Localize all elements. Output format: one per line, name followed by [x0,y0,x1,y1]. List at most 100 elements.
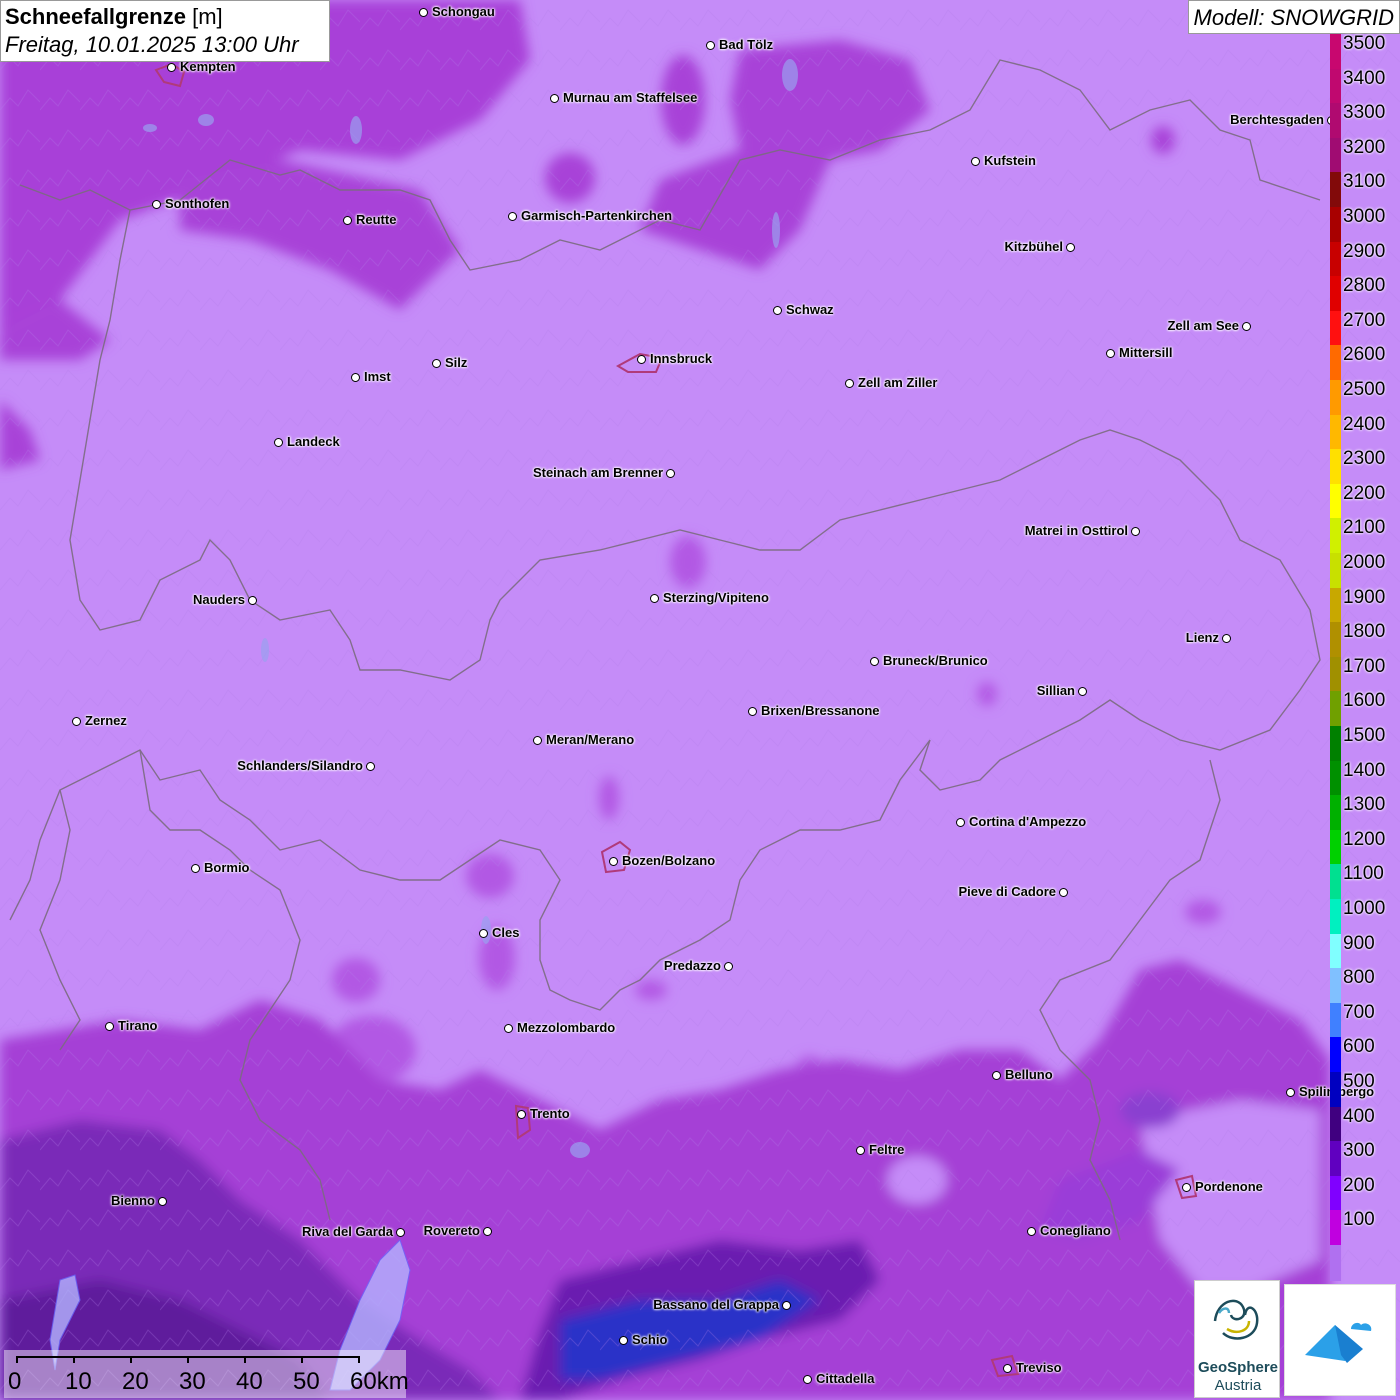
city-label: Kufstein [984,153,1036,168]
city-label: Matrei in Osttirol [1024,523,1128,538]
legend-label: 1600 [1343,690,1386,712]
city-label: Meran/Merano [546,732,635,747]
city-label: Pieve di Cadore [958,884,1056,899]
city-marker [650,594,659,603]
legend-color-step [1330,829,1341,866]
city-marker [366,762,375,771]
city-marker [1059,888,1068,897]
scale-label: 50 [293,1368,320,1395]
model-label: Modell: SNOWGRID [1187,0,1400,34]
city-marker [1027,1227,1036,1236]
legend-color-step [1330,622,1341,658]
legend-label: 1100 [1343,863,1384,885]
legend-label: 3500 [1343,33,1386,54]
city-label: Conegliano [1040,1223,1111,1238]
city-marker [856,1146,865,1155]
legend-label: 2600 [1343,344,1386,366]
legend-label: 2400 [1343,413,1386,435]
geosphere-logo: GeoSphere Austria [1194,1280,1280,1398]
legend-label: 2100 [1343,517,1386,539]
legend-color-step [1330,760,1341,797]
city-label: Steinach am Brenner [532,465,663,480]
city-label: Trento [530,1106,570,1121]
legend-color-step [1330,380,1341,416]
legend-label: 2200 [1343,482,1386,504]
city-marker [870,657,879,666]
legend-label: 1700 [1343,655,1386,677]
legend-label: 300 [1343,1140,1375,1162]
logo-name: GeoSphere [1197,1359,1279,1376]
city-marker [508,212,517,221]
legend-color-step [1330,864,1341,900]
legend-label: 2700 [1343,309,1386,331]
city-marker [1286,1088,1295,1097]
city-label: Belluno [1005,1067,1053,1082]
city-label: Lienz [1185,630,1219,645]
legend-color-step [1330,1037,1341,1073]
geosphere-emblem-icon [1213,1299,1259,1340]
city-label: Treviso [1016,1360,1062,1375]
legend-color-step [1330,1106,1341,1143]
scale-tick [187,1356,189,1363]
city-label: Innsbruck [650,351,713,366]
city-label: Nauders [192,592,245,607]
city-label: Cittadella [816,1371,875,1386]
legend-label: 2300 [1343,448,1386,470]
city-marker [748,707,757,716]
legend-color-step [1330,449,1341,485]
city-label: Schongau [432,4,495,19]
mountain-cloud-icon [1305,1322,1372,1363]
legend-color-step [1330,656,1341,693]
city-marker [956,818,965,827]
city-label: Zernez [85,713,127,728]
city-label: Mezzolombardo [517,1020,616,1035]
legend-label: 3300 [1343,102,1386,124]
legend-color-step [1330,1072,1341,1108]
legend-color-step [1330,899,1341,935]
city-label: Kitzbühel [1004,239,1064,254]
legend-label: 1300 [1343,794,1386,816]
legend-label: 2500 [1343,379,1386,400]
city-label: Garmisch-Partenkirchen [521,208,673,223]
city-marker [343,216,352,225]
city-label: Tirano [118,1018,158,1033]
legend-color-step [1330,207,1341,243]
legend-color-step [1330,483,1341,520]
city-label: Bassano del Grappa [653,1297,779,1312]
legend-label: 1500 [1343,725,1386,746]
legend-label: 1000 [1343,898,1386,919]
legend-color-step [1330,1245,1341,1281]
legend-label: 200 [1343,1174,1375,1196]
legend-color-step [1330,414,1341,451]
legend-color-step [1330,968,1341,1004]
city-marker [609,857,618,866]
legend-label: 1400 [1343,759,1386,781]
legend-color-step [1330,345,1341,381]
legend-label: 1200 [1343,828,1386,850]
city-label: Schio [632,1332,668,1347]
legend-label: 2900 [1343,240,1386,262]
city-marker [1131,527,1140,536]
scale-label: 40 [236,1368,263,1395]
legend-label: 3200 [1343,136,1386,158]
legend-color-step [1330,241,1341,278]
city-marker [637,355,646,364]
scale-label: 30 [179,1368,206,1395]
legend-label: 900 [1343,932,1375,954]
legend-color-step [1330,795,1341,831]
city-marker [992,1071,1001,1080]
city-marker [803,1375,812,1384]
scale-label: 20 [122,1368,149,1395]
city-label: Bruneck/Brunico [883,653,988,668]
legend-color-step [1330,518,1341,554]
city-label: Pordenone [1195,1179,1263,1194]
city-marker [191,864,200,873]
city-label: Bozen/Bolzano [622,853,716,868]
city-label: Brixen/Bressanone [761,703,880,718]
legend-color-step [1330,587,1341,624]
city-marker [1222,634,1231,643]
legend-color-step [1330,172,1341,208]
city-label: Schlanders/Silandro [237,758,363,773]
scale-tick [301,1356,303,1363]
map-unit: [m] [192,4,223,29]
